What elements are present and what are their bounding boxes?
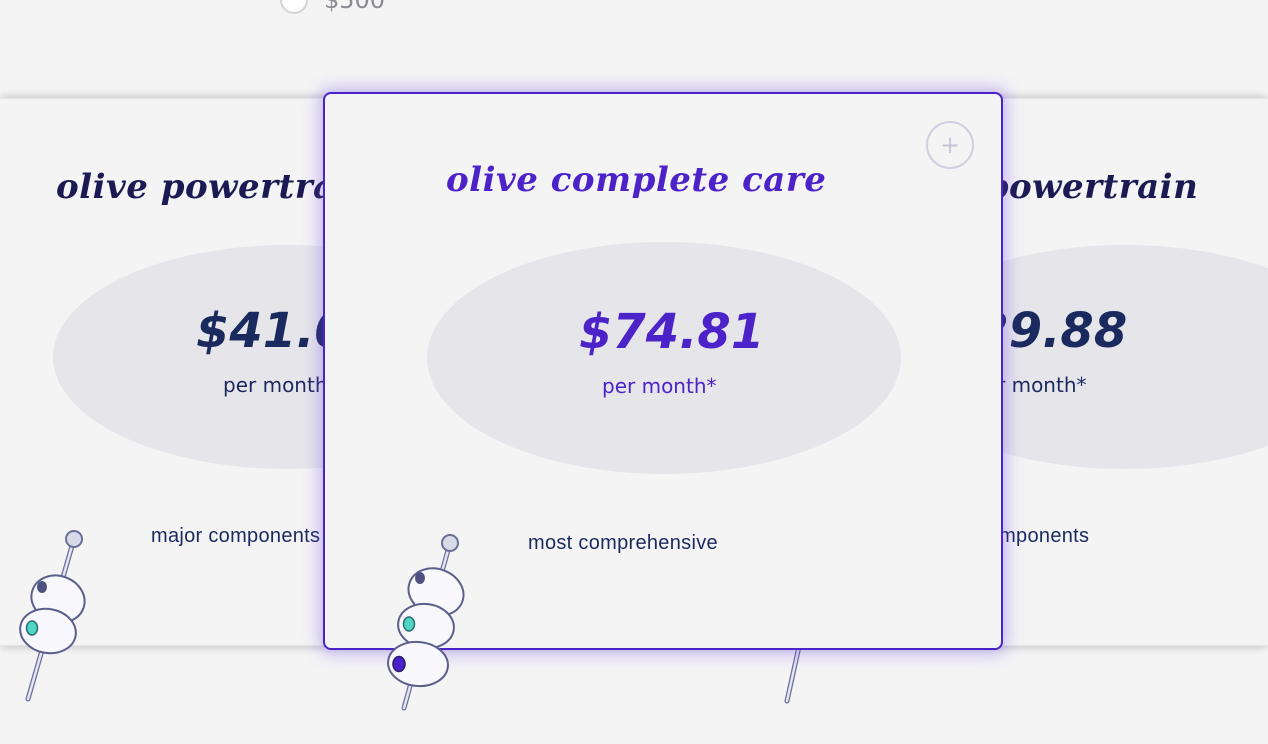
olive-skewer-icon	[387, 534, 465, 711]
deductible-radio[interactable]	[280, 0, 308, 14]
deductible-option-label: $500	[324, 0, 386, 14]
deductible-option[interactable]: $500	[280, 0, 385, 14]
olive-skewer-icon	[19, 530, 86, 702]
page: $500 olive powertrain $41.0 per month* m…	[0, 0, 1268, 744]
add-plan-button[interactable]: +	[926, 121, 974, 169]
plan-price-period: per month*	[602, 374, 717, 398]
plan-price: $74.81	[579, 304, 765, 360]
plan-tagline: major components	[151, 525, 321, 547]
plan-price-period: per month*	[223, 373, 338, 397]
plan-tagline: most comprehensive	[528, 532, 718, 554]
plan-title: olive complete care	[446, 160, 827, 200]
plus-icon: +	[939, 131, 961, 159]
